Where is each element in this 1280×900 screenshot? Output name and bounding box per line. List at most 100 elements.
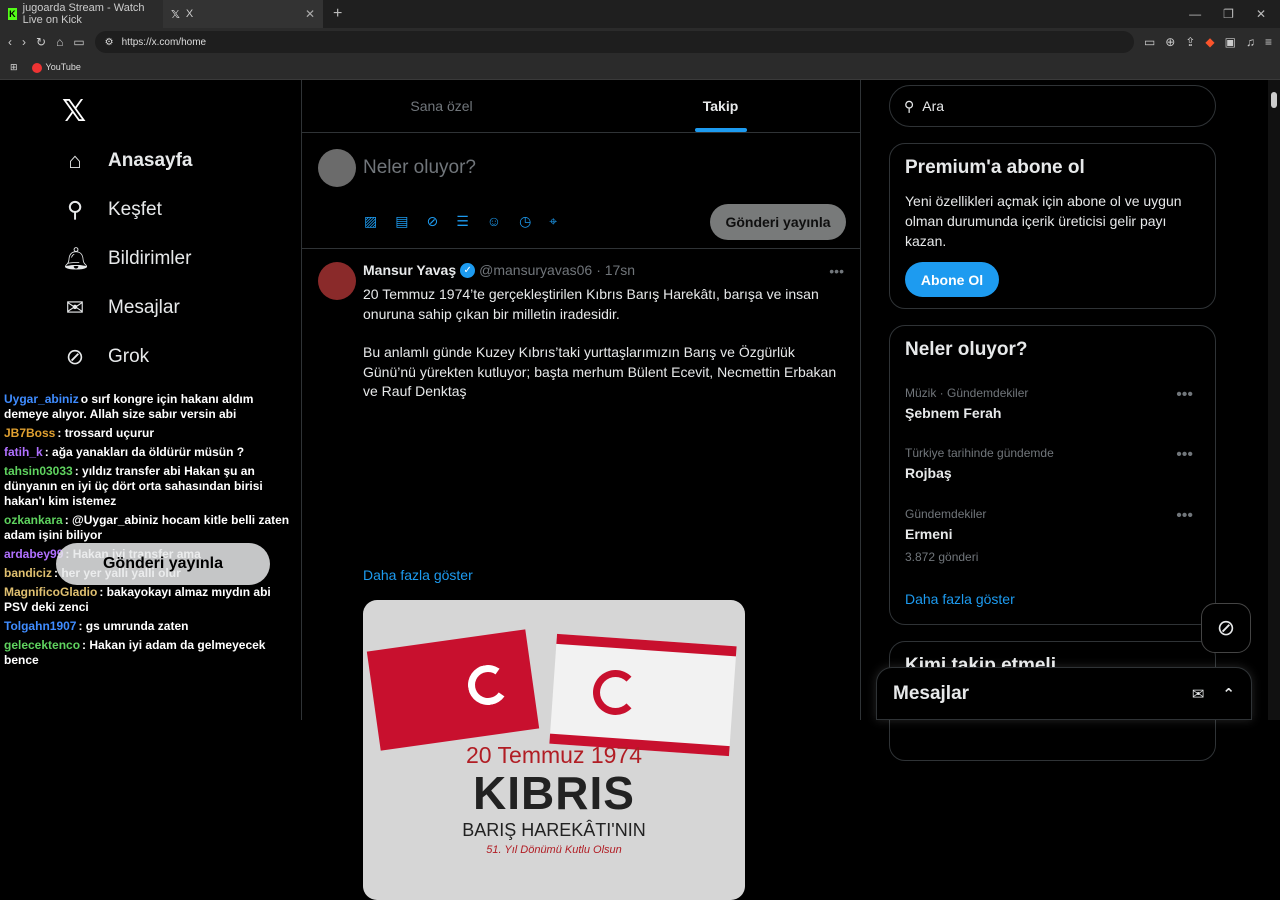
avatar[interactable] (318, 149, 356, 187)
nav-grok[interactable]: ⊘ Grok (62, 344, 149, 370)
trend-count: 3.872 gönderi (905, 550, 979, 564)
stream-chat-overlay: Uygar_abiniz o sırf kongre için hakanı al… (0, 390, 300, 670)
menu-icon[interactable]: ≡ (1265, 35, 1272, 49)
new-message-icon[interactable]: ✉ (1192, 685, 1205, 703)
scrollbar-thumb[interactable] (1271, 92, 1277, 108)
chat-username[interactable]: bandiciz (4, 566, 52, 580)
poll-icon[interactable]: ☰ (456, 213, 469, 230)
brave-shield-icon[interactable]: ◆ (1205, 35, 1214, 49)
gif-icon[interactable]: ▤ (395, 213, 408, 230)
location-icon[interactable]: ⌖ (549, 213, 557, 230)
media-text: 20 Temmuz 1974 (465, 742, 642, 768)
image-icon[interactable]: ▨ (364, 213, 377, 230)
grok-floating-button[interactable]: ⊘ (1201, 603, 1251, 653)
apps-grid-icon[interactable]: ⊞ (10, 62, 18, 73)
chat-username[interactable]: fatih_k (4, 445, 43, 459)
chevron-up-icon[interactable]: ⌃ (1222, 685, 1235, 703)
premium-title: Premium'a abone ol (905, 157, 1085, 178)
avatar[interactable] (318, 262, 356, 300)
emoji-icon[interactable]: ☺ (487, 213, 501, 230)
nav-notifications[interactable]: 🔔︎ Bildirimler (62, 246, 191, 272)
tweet-media-image[interactable]: 20 Temmuz 1974 KIBRIS BARIŞ HAREKÂTI'NIN… (363, 600, 745, 900)
crescent-icon (593, 670, 638, 715)
minimize-button[interactable]: — (1189, 7, 1201, 21)
trend-title: Ermeni (905, 526, 953, 542)
back-icon[interactable]: ‹ (8, 35, 12, 49)
chat-username[interactable]: JB7Boss (4, 426, 55, 440)
home-icon[interactable]: ⌂ (56, 35, 63, 49)
grok-icon: ⊘ (65, 344, 85, 369)
nav-explore[interactable]: ⚲ Keşfet (62, 197, 162, 223)
reload-icon[interactable]: ↻ (36, 35, 46, 49)
trend-title: Şebnem Ferah (905, 405, 1002, 421)
trends-title: Neler oluyor? (905, 339, 1028, 360)
chat-message: ozkankara: @Uygar_abiniz hocam kitle bel… (0, 511, 300, 545)
chat-username[interactable]: tahsin03033 (4, 464, 73, 478)
maximize-button[interactable]: ❐ (1223, 7, 1234, 21)
search-icon: ⚲ (904, 97, 915, 114)
tweet-paragraph: 20 Temmuz 1974’te gerçekleştirilen Kıbrı… (363, 286, 819, 322)
search-input[interactable]: ⚲ Ara (889, 85, 1216, 127)
grok-icon[interactable]: ⊘ (426, 213, 438, 230)
url-field[interactable]: ⚙ https://x.com/home (94, 31, 1134, 53)
premium-card: Premium'a abone ol Yeni özellikleri açma… (889, 143, 1216, 309)
more-options-icon[interactable]: ••• (1176, 386, 1193, 404)
nav-label: Grok (108, 346, 150, 367)
trend-item[interactable]: Gündemdekiler Ermeni 3.872 gönderi ••• (905, 507, 1201, 564)
schedule-icon[interactable]: ◷ (519, 213, 531, 230)
trends-show-more-link[interactable]: Daha fazla göster (905, 591, 1015, 607)
browser-tab-kick[interactable]: K jugoarda Stream - Watch Live on Kick (0, 0, 163, 28)
trend-title: Rojbaş (905, 465, 952, 481)
show-more-link[interactable]: Daha fazla göster (363, 567, 473, 583)
mail-icon: ✉ (65, 295, 85, 320)
browser-tab-x[interactable]: 𝕏 X ✕ (163, 0, 323, 28)
compose-input[interactable]: Neler oluyor? (363, 157, 476, 179)
tweet-author-name[interactable]: Mansur Yavaş (363, 262, 456, 278)
messages-title: Mesajlar (893, 682, 970, 704)
bookmark-youtube[interactable]: YouTube (31, 62, 81, 73)
chat-username[interactable]: Uygar_abiniz (4, 392, 79, 406)
scrollbar[interactable] (1268, 80, 1280, 720)
chat-username[interactable]: ozkankara (4, 513, 63, 527)
messages-drawer[interactable]: Mesajlar ✉ ⌃ (876, 667, 1252, 720)
chat-username[interactable]: ardabey99 (4, 547, 63, 561)
chat-username[interactable]: gelecektenco (4, 638, 80, 652)
more-options-icon[interactable]: ••• (1176, 446, 1193, 464)
media-icon[interactable]: ♫ (1246, 35, 1255, 49)
chat-text: : gs umrunda zaten (78, 619, 189, 633)
tweet-time[interactable]: · 17sn (596, 262, 635, 278)
more-options-icon[interactable]: ••• (1176, 507, 1193, 525)
nav-home[interactable]: ⌂ Anasayfa (62, 148, 192, 174)
tweet-handle[interactable]: @mansuryavas06 (479, 262, 592, 278)
tab-label: X (185, 8, 194, 20)
chat-username[interactable]: MagnificoGladio (4, 585, 97, 599)
trend-item[interactable]: Müzik · Gündemdekiler Şebnem Ferah ••• (905, 386, 1201, 421)
zoom-icon[interactable]: ⊕ (1165, 35, 1175, 49)
subscribe-button[interactable]: Abone Ol (905, 262, 999, 297)
post-button[interactable]: Gönderi yayınla (710, 204, 846, 240)
chat-username[interactable]: Tolgahn1907 (4, 619, 76, 633)
forward-icon[interactable]: › (22, 35, 26, 49)
compose-toolbar: ▨ ▤ ⊘ ☰ ☺ ◷ ⌖ (364, 213, 557, 230)
sidebar-icon[interactable]: ▣ (1225, 35, 1236, 49)
nav-label: Mesajlar (108, 297, 180, 318)
x-logo-icon[interactable]: 𝕏 (62, 94, 86, 129)
chat-message: gelecektenco: Hakan iyi adam da gelmeyec… (0, 636, 300, 670)
tab-label: jugoarda Stream - Watch Live on Kick (22, 2, 145, 26)
trend-item[interactable]: Türkiye tarihinde gündemde Rojbaş ••• (905, 446, 1201, 481)
nav-messages[interactable]: ✉ Mesajlar (62, 295, 180, 321)
site-info-icon[interactable]: ⚙ (105, 37, 114, 48)
new-tab-button[interactable]: + (323, 5, 352, 23)
share-icon[interactable]: ⇪ (1185, 35, 1195, 49)
chat-text: : trossard uçurur (57, 426, 155, 440)
nav-post-button[interactable]: Gönderi yayınla (56, 543, 270, 585)
more-options-icon[interactable]: ••• (829, 263, 844, 279)
close-window-button[interactable]: ✕ (1256, 7, 1266, 21)
tweet-text: 20 Temmuz 1974’te gerçekleştirilen Kıbrı… (363, 285, 848, 421)
cast-icon[interactable]: ▭ (1144, 35, 1155, 49)
chat-text: : ağa yanakları da öldürür müsün ? (44, 445, 245, 459)
tab-for-you[interactable]: Sana özel (302, 80, 581, 132)
close-icon[interactable]: ✕ (305, 7, 315, 21)
tab-following[interactable]: Takip (581, 80, 860, 132)
bookmark-icon[interactable]: ▭ (73, 35, 84, 49)
